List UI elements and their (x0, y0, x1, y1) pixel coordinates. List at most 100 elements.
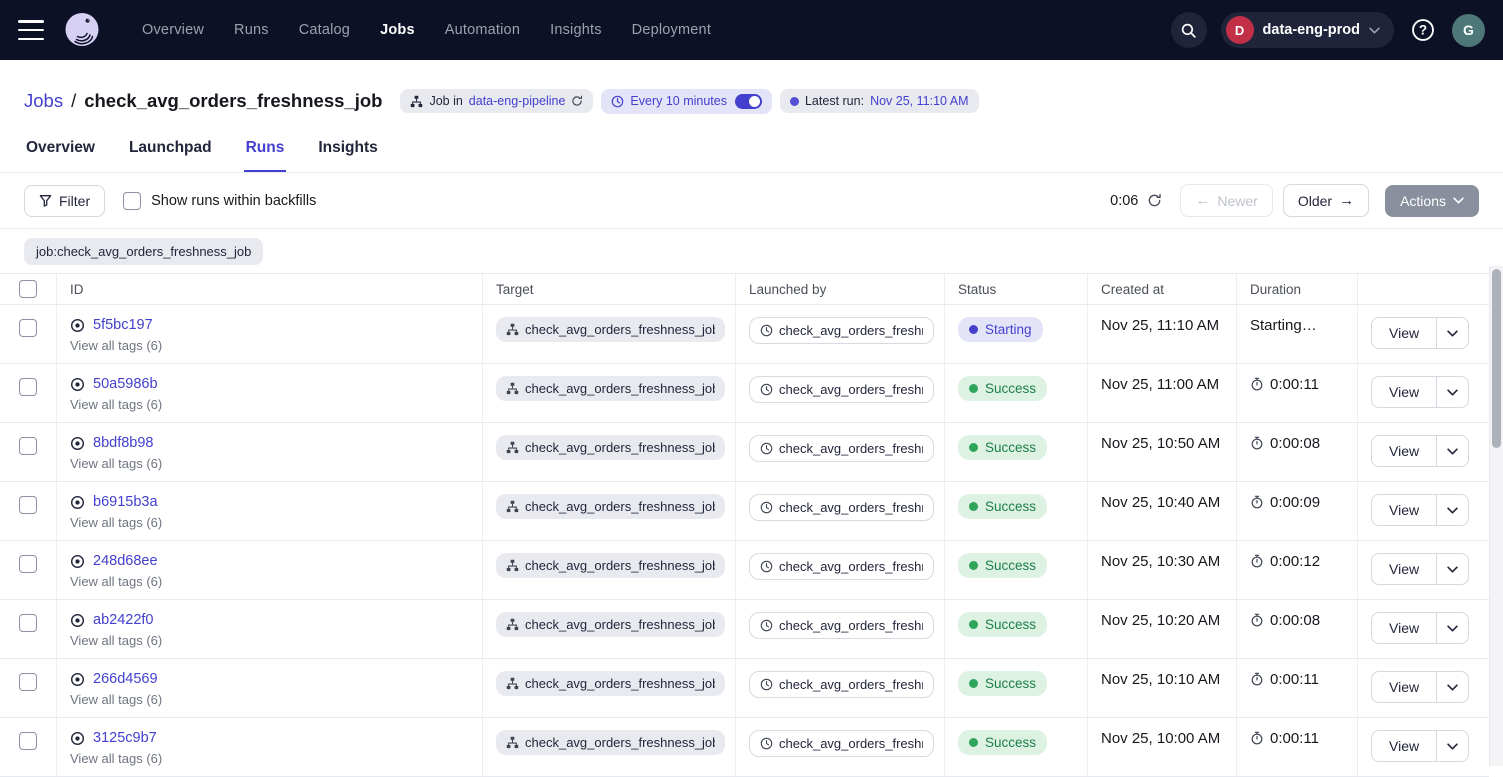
nav-item-runs[interactable]: Runs (234, 22, 269, 38)
chevron-down-icon (1453, 197, 1464, 204)
view-all-tags-link[interactable]: View all tags (6) (70, 692, 162, 707)
launched-by-tag[interactable]: check_avg_orders_freshn… (749, 494, 934, 521)
job-tabs: Overview Launchpad Runs Insights (0, 130, 1503, 172)
older-button[interactable]: Older → (1283, 184, 1369, 217)
view-button[interactable]: View (1372, 613, 1436, 643)
nav-item-catalog[interactable]: Catalog (299, 22, 350, 38)
launched-by-tag[interactable]: check_avg_orders_freshn… (749, 612, 934, 639)
view-dropdown-button[interactable] (1436, 672, 1468, 702)
run-id-link[interactable]: 248d68ee (93, 553, 158, 569)
run-id-link[interactable]: b6915b3a (93, 494, 158, 510)
view-all-tags-link[interactable]: View all tags (6) (70, 456, 162, 471)
target-tag[interactable]: check_avg_orders_freshness_job (496, 612, 725, 637)
target-tag[interactable]: check_avg_orders_freshness_job (496, 730, 725, 755)
latest-run-link[interactable]: Nov 25, 11:10 AM (870, 94, 968, 108)
nav-item-insights[interactable]: Insights (550, 22, 602, 38)
workspace-name: data-eng-prod (1263, 22, 1360, 38)
page-title: check_avg_orders_freshness_job (84, 90, 382, 112)
hamburger-menu-icon[interactable] (18, 20, 44, 40)
view-button[interactable]: View (1372, 495, 1436, 525)
stopwatch-icon (1250, 672, 1264, 686)
run-id-link[interactable]: 266d4569 (93, 671, 158, 687)
job-filter-tag[interactable]: job:check_avg_orders_freshness_job (24, 238, 263, 265)
nav-item-deployment[interactable]: Deployment (632, 22, 711, 38)
view-all-tags-link[interactable]: View all tags (6) (70, 633, 162, 648)
workspace-switcher[interactable]: D data-eng-prod (1221, 12, 1394, 48)
row-checkbox[interactable] (19, 673, 37, 691)
launched-by-tag[interactable]: check_avg_orders_freshn… (749, 435, 934, 462)
latest-run-badge: Latest run: Nov 25, 11:10 AM (780, 89, 979, 113)
view-dropdown-button[interactable] (1436, 436, 1468, 466)
newer-button[interactable]: ← Newer (1180, 184, 1272, 217)
launched-by-tag[interactable]: check_avg_orders_freshn… (749, 730, 934, 757)
tab-launchpad[interactable]: Launchpad (127, 130, 214, 172)
vertical-scrollbar[interactable] (1489, 266, 1503, 766)
target-tag[interactable]: check_avg_orders_freshness_job (496, 494, 725, 519)
view-dropdown-button[interactable] (1436, 377, 1468, 407)
tab-overview[interactable]: Overview (24, 130, 97, 172)
view-dropdown-button[interactable] (1436, 495, 1468, 525)
view-dropdown-button[interactable] (1436, 613, 1468, 643)
run-id-link[interactable]: 3125c9b7 (93, 730, 157, 746)
select-all-checkbox[interactable] (19, 280, 37, 298)
row-checkbox[interactable] (19, 437, 37, 455)
view-dropdown-button[interactable] (1436, 318, 1468, 348)
created-at: Nov 25, 11:00 AM (1088, 364, 1237, 423)
row-checkbox[interactable] (19, 614, 37, 632)
view-button[interactable]: View (1372, 672, 1436, 702)
nav-item-automation[interactable]: Automation (445, 22, 520, 38)
row-checkbox[interactable] (19, 732, 37, 750)
search-button[interactable] (1171, 12, 1207, 48)
run-id-link[interactable]: 50a5986b (93, 376, 158, 392)
reload-repo-icon[interactable] (571, 95, 583, 107)
row-checkbox[interactable] (19, 555, 37, 573)
view-all-tags-link[interactable]: View all tags (6) (70, 515, 162, 530)
created-at: Nov 25, 10:00 AM (1088, 718, 1237, 777)
view-button[interactable]: View (1372, 436, 1436, 466)
tab-insights[interactable]: Insights (316, 130, 379, 172)
view-button[interactable]: View (1372, 731, 1436, 761)
schedule-toggle[interactable] (735, 94, 762, 109)
launched-by-tag[interactable]: check_avg_orders_freshn… (749, 671, 934, 698)
view-all-tags-link[interactable]: View all tags (6) (70, 574, 162, 589)
target-tag[interactable]: check_avg_orders_freshness_job (496, 435, 725, 460)
filter-button[interactable]: Filter (24, 185, 105, 217)
column-header-status: Status (945, 274, 1088, 305)
refresh-button[interactable] (1147, 193, 1162, 208)
run-id-link[interactable]: 8bdf8b98 (93, 435, 153, 451)
row-checkbox[interactable] (19, 496, 37, 514)
view-all-tags-link[interactable]: View all tags (6) (70, 751, 162, 766)
nav-item-jobs[interactable]: Jobs (380, 22, 415, 38)
target-tag[interactable]: check_avg_orders_freshness_job (496, 553, 725, 578)
run-id-link[interactable]: ab2422f0 (93, 612, 153, 628)
breadcrumb-jobs-link[interactable]: Jobs (24, 90, 63, 112)
help-button[interactable]: ? (1408, 15, 1438, 45)
view-button[interactable]: View (1372, 554, 1436, 584)
run-id-link[interactable]: 5f5bc197 (93, 317, 153, 333)
view-button[interactable]: View (1372, 377, 1436, 407)
row-checkbox[interactable] (19, 319, 37, 337)
view-all-tags-link[interactable]: View all tags (6) (70, 397, 162, 412)
scrollbar-thumb[interactable] (1492, 269, 1501, 448)
launched-by-tag[interactable]: check_avg_orders_freshn… (749, 317, 934, 344)
user-avatar[interactable]: G (1452, 14, 1485, 47)
nav-item-overview[interactable]: Overview (142, 22, 204, 38)
dagster-logo[interactable] (62, 10, 102, 50)
view-button[interactable]: View (1372, 318, 1436, 348)
run-target-icon (70, 672, 85, 687)
duration: 0:00:08 (1237, 600, 1358, 659)
view-dropdown-button[interactable] (1436, 731, 1468, 761)
backfills-checkbox[interactable] (123, 192, 141, 210)
launched-by-tag[interactable]: check_avg_orders_freshn… (749, 376, 934, 403)
actions-button[interactable]: Actions (1385, 185, 1479, 217)
target-tag[interactable]: check_avg_orders_freshness_job (496, 671, 725, 696)
row-checkbox[interactable] (19, 378, 37, 396)
view-dropdown-button[interactable] (1436, 554, 1468, 584)
tab-runs[interactable]: Runs (244, 130, 287, 172)
view-all-tags-link[interactable]: View all tags (6) (70, 338, 162, 353)
chevron-down-icon (1447, 507, 1458, 514)
target-tag[interactable]: check_avg_orders_freshness_job (496, 317, 725, 342)
launched-by-tag[interactable]: check_avg_orders_freshn… (749, 553, 934, 580)
target-tag[interactable]: check_avg_orders_freshness_job (496, 376, 725, 401)
repo-link[interactable]: data-eng-pipeline (469, 94, 566, 108)
